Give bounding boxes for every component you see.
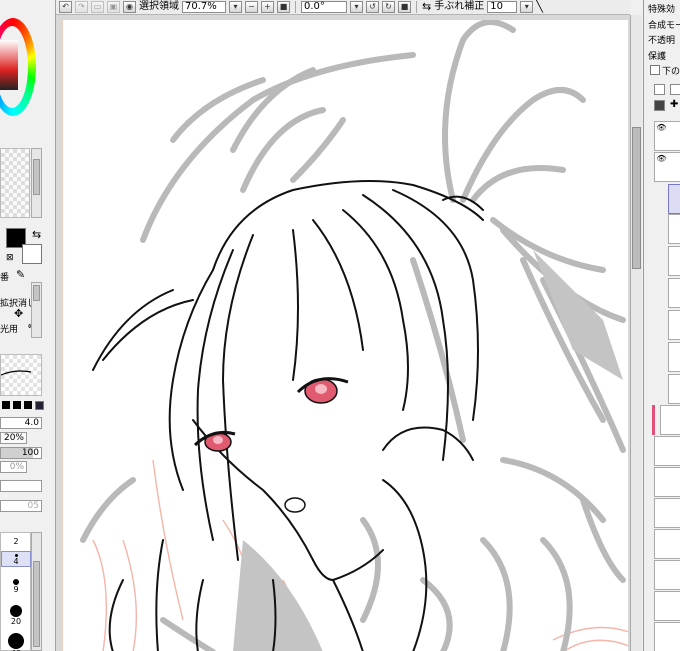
blend-mode-label: 合成モー (648, 21, 680, 31)
zoom-in-button[interactable]: + (261, 1, 274, 13)
layer-color-marker (652, 405, 655, 435)
tool-scrollbar[interactable] (31, 282, 42, 338)
tool-label-c: 光用 (0, 325, 19, 335)
layer-item[interactable] (668, 246, 680, 276)
deselect-button[interactable]: ▭ (91, 1, 104, 13)
size-preset[interactable]: 40 (1, 633, 31, 651)
rotation-reset-button[interactable]: ■ (398, 1, 411, 13)
eyes-layer (193, 377, 349, 513)
brush-shape-3[interactable] (24, 401, 32, 409)
layer-item[interactable] (668, 342, 680, 372)
extra-field-1[interactable] (0, 480, 42, 492)
reset-colors-icon[interactable]: ⊠ (6, 253, 14, 263)
layer-item[interactable] (654, 529, 680, 559)
pen-icon[interactable]: ✎ (16, 268, 25, 281)
redo-button[interactable]: ↷ (75, 1, 88, 13)
brush-shape-2[interactable] (13, 401, 21, 409)
swap-colors-icon[interactable]: ⇆ (32, 228, 41, 241)
layer-item[interactable] (654, 467, 680, 497)
size-preset-scrollbar[interactable] (31, 532, 42, 651)
select-eraser-icon[interactable]: ✥ (14, 307, 23, 320)
layer-item[interactable] (668, 374, 680, 404)
layer-item[interactable] (654, 622, 680, 651)
extra-field-2[interactable]: 05 (0, 500, 42, 512)
brush-shape-buttons (2, 401, 44, 410)
rotate-cw-button[interactable]: ↻ (382, 1, 395, 13)
brush-preview (0, 354, 42, 396)
opacity-field[interactable]: 20% (0, 432, 27, 444)
opacity-label: 不透明 (648, 36, 676, 46)
undo-button[interactable]: ↶ (59, 1, 72, 13)
swatch-scrollbar[interactable] (31, 148, 42, 218)
zoom-field[interactable]: 70.7% (182, 1, 226, 13)
color-swatch-grid[interactable] (0, 148, 30, 218)
layer-item[interactable] (668, 214, 680, 244)
toolbar-divider (416, 1, 417, 13)
show-selection-icon[interactable]: ◉ (123, 1, 136, 13)
stabilizer-label: 手ぶれ補正 (434, 1, 485, 12)
zoom-reset-button[interactable]: ■ (277, 1, 290, 13)
layer-item[interactable]: 👁 (654, 121, 680, 151)
clip-lower-checkbox[interactable] (650, 65, 660, 75)
toolbar-divider (295, 1, 296, 13)
rotation-dropdown-button[interactable]: ▾ (350, 1, 363, 13)
brush-size-field[interactable]: 4.0 (0, 417, 42, 429)
layer-item[interactable] (668, 278, 680, 308)
eye-icon[interactable]: 👁 (656, 123, 667, 133)
special-effects-header[interactable]: 特殊効 (648, 2, 675, 15)
canvas-vertical-scrollbar[interactable] (630, 15, 642, 651)
density-b-field[interactable]: 0% (0, 461, 27, 473)
merge-icon[interactable]: ✚ (670, 100, 680, 111)
selection-label: 選択領域 (139, 1, 179, 12)
size-preset[interactable]: 9 (1, 579, 31, 594)
new-layer-icon[interactable] (654, 84, 665, 95)
canvas-scroll-thumb[interactable] (632, 127, 641, 269)
stabilizer-dropdown-button[interactable]: ▾ (520, 1, 534, 13)
eye-icon[interactable]: 👁 (656, 154, 667, 164)
layer-item[interactable] (654, 436, 680, 466)
layer-item[interactable] (654, 498, 680, 528)
gray-sketch-layer (80, 20, 626, 651)
size-preset[interactable]: 4 (1, 551, 31, 567)
tool-label-a: 番 (0, 273, 10, 283)
brush-shape-1[interactable] (2, 401, 10, 409)
line-tool-icon[interactable]: ╲ (536, 1, 543, 13)
zoom-dropdown-button[interactable]: ▾ (229, 1, 242, 13)
drawing-canvas[interactable] (62, 19, 628, 651)
layer-item[interactable] (654, 591, 680, 621)
density-slider[interactable]: 100 (0, 447, 42, 459)
layer-item[interactable] (660, 405, 680, 435)
new-folder-icon[interactable] (670, 84, 680, 95)
brush-shape-4[interactable] (35, 401, 44, 410)
red-sketch-layer (92, 459, 628, 651)
invert-selection-button[interactable]: ▣ (107, 1, 120, 13)
size-preset[interactable]: 20 (1, 605, 31, 626)
size-preset[interactable]: 2 (1, 537, 31, 546)
layer-item-selected[interactable] (668, 184, 680, 214)
brush-size-presets: 2 4 9 20 40 (0, 532, 31, 651)
stabilizer-field[interactable]: 10 (487, 1, 518, 13)
layer-item[interactable] (668, 310, 680, 340)
transfer-down-icon[interactable] (654, 100, 665, 111)
rotation-field[interactable]: 0.0° (301, 1, 347, 13)
layer-item[interactable] (654, 560, 680, 590)
canvas-area (56, 15, 630, 651)
right-layer-panel: 特殊効 合成モー 不透明 保護 下の ✚ 👁 👁 (643, 0, 680, 651)
artwork (80, 20, 628, 651)
left-tool-panel: ⇆ ⊠ 番 ✎ 拡択消し ✥ 光用 ✏ 4.0 20% 100 0% 05 2 (0, 0, 56, 651)
rotate-ccw-button[interactable]: ↺ (366, 1, 379, 13)
zoom-out-button[interactable]: − (245, 1, 258, 13)
view-toolbar: ↶ ↷ ▭ ▣ ◉ 選択領域 70.7% ▾ − + ■ 0.0° ▾ ↺ ↻ … (56, 0, 630, 15)
protect-label: 保護 (648, 52, 667, 62)
paint-application: ⇆ ⊠ 番 ✎ 拡択消し ✥ 光用 ✏ 4.0 20% 100 0% 05 2 (0, 0, 680, 651)
background-color[interactable] (22, 244, 42, 264)
saturation-value-picker[interactable] (0, 40, 18, 90)
clip-lower-label: 下の (662, 67, 680, 77)
layer-item[interactable]: 👁 (654, 152, 680, 182)
flip-horizontal-icon[interactable]: ⇆ (422, 1, 431, 13)
